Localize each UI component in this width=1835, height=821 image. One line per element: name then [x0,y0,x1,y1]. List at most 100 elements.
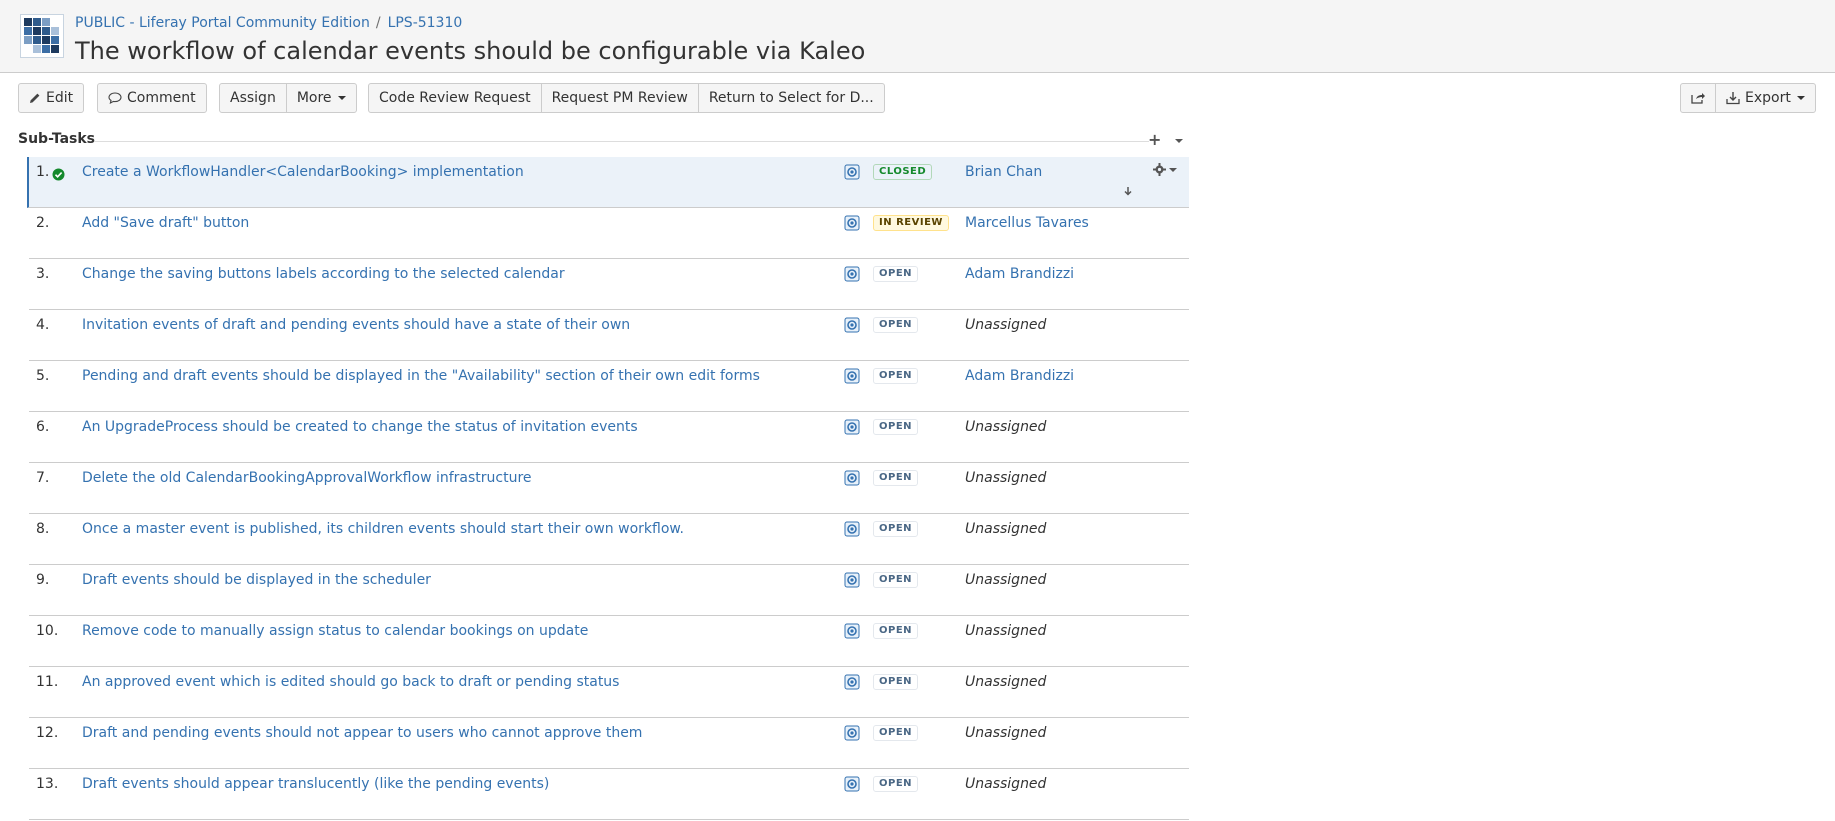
table-row[interactable]: 7. Delete the old CalendarBookingApproval… [29,463,1189,514]
chevron-down-icon [1169,167,1177,172]
table-row[interactable]: 4. Invitation events of draft and pending… [29,310,1189,361]
table-row[interactable]: 3. Change the saving buttons labels accor… [29,259,1189,310]
divider [94,141,1149,142]
status-badge: OPEN [873,776,919,792]
assignee: Unassigned [965,572,1047,588]
subtasks-table: 1. Create a WorkflowHandler<CalendarBooki… [27,157,1189,820]
table-row[interactable]: 5. Pending and draft events should be dis… [29,361,1189,412]
assignee[interactable]: Adam Brandizzi [965,368,1074,384]
table-row[interactable]: 10. Remove code to manually assign status… [29,616,1189,667]
edit-group: Edit [18,83,85,113]
pencil-icon [29,92,41,104]
issue-header: PUBLIC - Liferay Portal Community Editio… [0,0,1835,73]
subtask-summary-link[interactable]: Once a master event is published, its ch… [82,521,684,537]
row-number: 9. [36,572,50,588]
subtask-type-icon [844,725,860,741]
add-subtask-icon[interactable]: + [1148,130,1161,149]
chevron-down-icon [1796,96,1805,100]
status-badge: OPEN [873,572,919,588]
chevron-down-icon [337,96,346,100]
assignee[interactable]: Adam Brandizzi [965,266,1074,282]
status-badge: IN REVIEW [873,215,949,231]
comment-label: Comment [127,90,196,106]
table-row[interactable]: 2. Add "Save draft" button IN REVIEW Marcel… [29,208,1189,259]
subtask-summary-link[interactable]: An UpgradeProcess should be created to c… [82,419,638,435]
assignee: Unassigned [965,317,1047,333]
subtask-summary-link[interactable]: An approved event which is edited should… [82,674,619,690]
code-review-request-button[interactable]: Code Review Request [368,83,542,113]
assignee: Unassigned [965,470,1047,486]
request-pm-review-button[interactable]: Request PM Review [540,83,699,113]
subtask-summary-link[interactable]: Draft events should appear translucently… [82,776,549,792]
subtask-summary-link[interactable]: Pending and draft events should be displ… [82,368,760,384]
assignee: Unassigned [965,674,1047,690]
breadcrumb-project-link[interactable]: PUBLIC - Liferay Portal Community Editio… [75,15,370,31]
assignee: Unassigned [965,623,1047,639]
subtask-summary-link[interactable]: Delete the old CalendarBookingApprovalWo… [82,470,532,486]
table-row[interactable]: 8. Once a master event is published, its … [29,514,1189,565]
row-number: 6. [36,419,50,435]
subtask-type-icon [844,215,860,231]
row-number: 10. [36,623,59,639]
subtask-summary-link[interactable]: Add "Save draft" button [82,215,249,231]
status-badge: OPEN [873,725,919,741]
comment-button[interactable]: Comment [97,83,207,113]
assignee[interactable]: Brian Chan [965,164,1042,180]
subtask-type-icon [844,623,860,639]
subtask-type-icon [844,368,860,384]
table-row[interactable]: 12. Draft and pending events should not a… [29,718,1189,769]
subtask-summary-link[interactable]: Draft and pending events should not appe… [82,725,642,741]
subtask-type-icon [844,776,860,792]
breadcrumb-separator: / [375,15,381,31]
chevron-down-icon[interactable] [1175,139,1183,143]
more-button[interactable]: More [285,83,357,113]
edit-label: Edit [46,90,74,106]
row-number: 8. [36,521,50,537]
row-number: 3. [36,266,50,282]
assignee: Unassigned [965,776,1047,792]
table-row[interactable]: 6. An UpgradeProcess should be created to… [29,412,1189,463]
status-badge: OPEN [873,521,919,537]
row-number: 13. [36,776,59,792]
subtask-summary-link[interactable]: Remove code to manually assign status to… [82,623,588,639]
project-avatar[interactable] [20,14,64,58]
subtask-type-icon [844,317,860,333]
row-number: 7. [36,470,50,486]
assignee: Unassigned [965,521,1047,537]
download-icon [1726,91,1740,105]
subtask-summary-link[interactable]: Invitation events of draft and pending e… [82,317,630,333]
status-badge: OPEN [873,368,919,384]
row-actions-button[interactable] [1153,163,1177,176]
issue-toolbar: Edit Comment Assign More Code Review Req… [0,83,1835,115]
table-row[interactable]: 9. Draft events should be displayed in th… [29,565,1189,616]
status-badge: OPEN [873,470,919,486]
subtask-summary-link[interactable]: Create a WorkflowHandler<CalendarBooking… [82,164,524,180]
table-row[interactable]: 1. Create a WorkflowHandler<CalendarBooki… [27,157,1189,208]
status-badge: OPEN [873,419,919,435]
assign-button[interactable]: Assign [219,83,287,113]
export-label: Export [1745,90,1791,106]
breadcrumb-issue-key-link[interactable]: LPS-51310 [388,15,463,31]
return-to-select-button[interactable]: Return to Select for D... [697,83,885,113]
edit-button[interactable]: Edit [18,83,85,113]
export-button[interactable]: Export [1715,83,1816,113]
assignee: Unassigned [965,419,1047,435]
table-row[interactable]: 13. Draft events should appear translucen… [29,769,1189,820]
subtask-summary-link[interactable]: Change the saving buttons labels accordi… [82,266,565,282]
status-badge: CLOSED [873,164,933,180]
share-icon [1690,91,1706,105]
status-badge: OPEN [873,266,919,282]
row-number: 1. [36,164,50,180]
share-button[interactable] [1680,83,1716,113]
subtask-type-icon [844,521,860,537]
subtask-type-icon [844,470,860,486]
more-label: More [296,90,332,106]
move-down-icon[interactable] [1123,181,1133,200]
table-row[interactable]: 11. An approved event which is edited sho… [29,667,1189,718]
assignee[interactable]: Marcellus Tavares [965,215,1089,231]
breadcrumb: PUBLIC - Liferay Portal Community Editio… [75,15,462,31]
speech-bubble-icon [108,92,122,104]
status-badge: OPEN [873,623,919,639]
subtask-summary-link[interactable]: Draft events should be displayed in the … [82,572,431,588]
status-badge: OPEN [873,674,919,690]
